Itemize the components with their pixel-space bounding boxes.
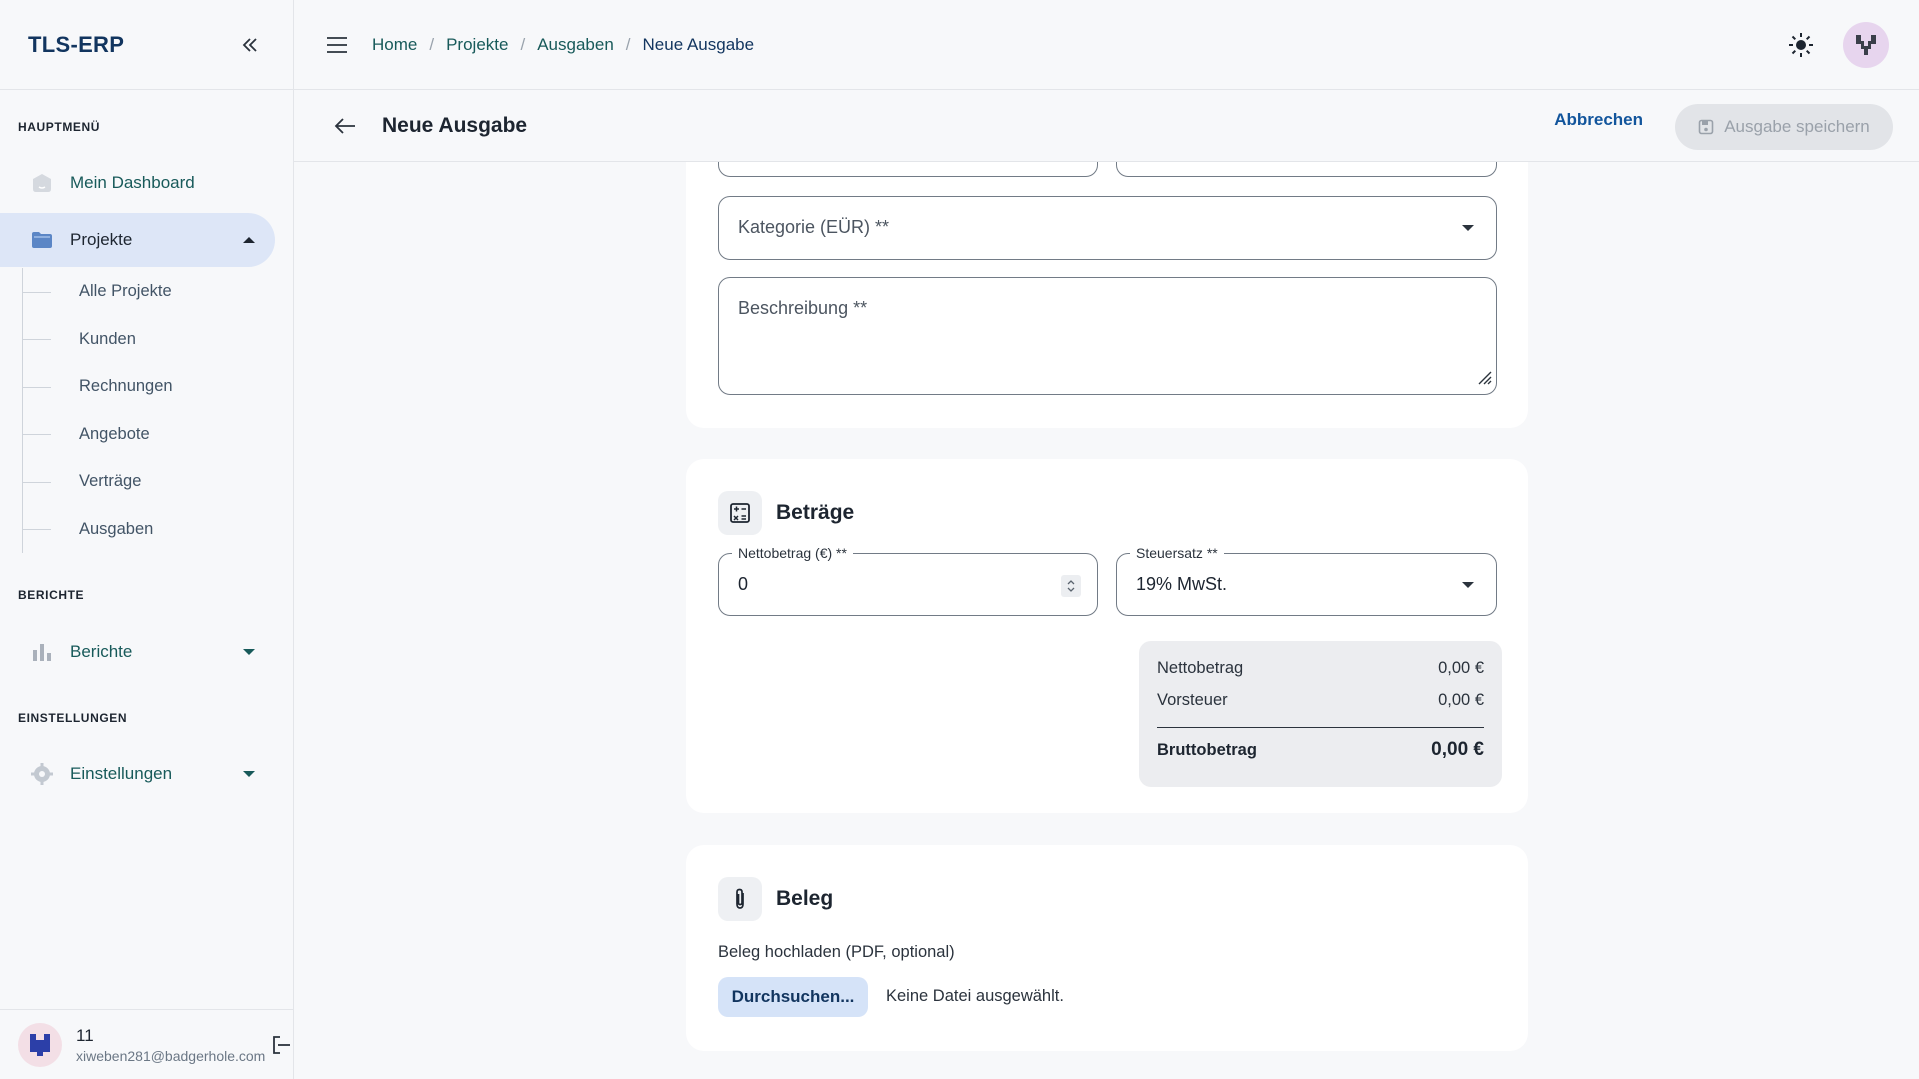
sidebar-item-label: Einstellungen	[70, 764, 173, 783]
top-bar: Home / Projekte / Ausgaben / Neue Ausgab…	[294, 0, 1919, 90]
receipt-title: Beleg	[776, 887, 834, 910]
general-card: Kategorie (EÜR) ** Beschreibung **	[686, 162, 1528, 428]
section-label-reports: BERICHTE	[18, 588, 85, 602]
collapse-sidebar-icon[interactable]	[235, 30, 265, 60]
partial-field-left[interactable]	[718, 162, 1098, 177]
sidebar-item-dashboard[interactable]: Mein Dashboard	[0, 156, 275, 210]
section-label-main: HAUPTMENÜ	[18, 120, 101, 134]
browse-file-button[interactable]: Durchsuchen...	[718, 977, 868, 1017]
user-box: 11 xiweben281@badgerhole.com	[0, 1009, 294, 1079]
subnav-item-invoices[interactable]: Rechnungen	[23, 363, 262, 411]
subnav-item-customers[interactable]: Kunden	[23, 316, 262, 364]
user-avatar[interactable]	[18, 1022, 62, 1067]
breadcrumb-projects[interactable]: Projekte	[446, 35, 508, 55]
breadcrumb-current: Neue Ausgabe	[642, 34, 755, 54]
dropdown-arrow-icon	[1462, 581, 1474, 588]
main-content: Kategorie (EÜR) ** Beschreibung ** Beträ…	[294, 162, 1919, 1079]
description-textarea[interactable]: Beschreibung **	[718, 277, 1497, 395]
user-email: xiweben281@badgerhole.com	[76, 1047, 266, 1064]
subnav-item-contracts[interactable]: Verträge	[23, 458, 262, 506]
page-title: Neue Ausgabe	[382, 113, 528, 137]
receipt-card: Beleg Beleg hochladen (PDF, optional) Du…	[686, 845, 1528, 1051]
projects-subnav: Alle Projekte Kunden Rechnungen Angebote…	[22, 268, 262, 553]
account-avatar[interactable]	[1843, 22, 1889, 68]
receipt-card-title: Beleg	[718, 877, 833, 921]
amount-summary: Nettobetrag 0,00 € Vorsteuer 0,00 € Brut…	[1139, 641, 1502, 787]
user-info: 11 xiweben281@badgerhole.com	[76, 1026, 265, 1064]
amounts-card: Beträge Nettobetrag (€) ** 0 Steuersatz …	[686, 459, 1528, 813]
tax-rate-select[interactable]: Steuersatz ** 19% MwSt.	[1116, 545, 1497, 616]
description-placeholder: Beschreibung **	[738, 298, 868, 318]
save-icon	[1698, 119, 1714, 135]
chevron-down-icon	[243, 771, 255, 777]
subnav-item-offers[interactable]: Angebote	[23, 411, 262, 459]
sidebar-item-label: Berichte	[70, 642, 133, 661]
arrow-back-icon[interactable]	[330, 111, 360, 141]
summary-divider	[1157, 727, 1484, 728]
dashboard-icon	[30, 171, 54, 195]
net-amount-label: Nettobetrag (€) **	[732, 545, 853, 561]
chevron-down-icon	[243, 649, 255, 655]
tax-rate-label: Steuersatz **	[1130, 545, 1224, 561]
summary-gross-value: 0,00 €	[1431, 739, 1484, 760]
page-header: Neue Ausgabe Abbrechen Ausgabe speichern	[294, 90, 1919, 162]
subnav-item-expenses[interactable]: Ausgaben	[23, 506, 262, 554]
sidebar-item-label: Mein Dashboard	[70, 173, 195, 192]
net-amount-value: 0	[738, 574, 749, 594]
save-expense-button[interactable]: Ausgabe speichern	[1675, 104, 1893, 150]
save-button-label: Ausgabe speichern	[1724, 117, 1870, 136]
chevron-up-icon	[243, 237, 255, 243]
top-right-actions	[1783, 22, 1889, 68]
sidebar-item-reports[interactable]: Berichte	[0, 625, 275, 679]
logout-icon[interactable]	[270, 1034, 292, 1056]
amounts-title: Beträge	[776, 501, 855, 524]
summary-net-label: Nettobetrag	[1157, 659, 1244, 677]
user-name: 11	[76, 1025, 94, 1045]
net-amount-input[interactable]: Nettobetrag (€) ** 0	[718, 545, 1098, 616]
subnav-item-all-projects[interactable]: Alle Projekte	[23, 268, 262, 316]
amounts-card-title: Beträge	[718, 491, 854, 535]
breadcrumb-separator: /	[520, 34, 526, 54]
calculator-icon	[718, 491, 762, 535]
bar-chart-icon	[30, 640, 54, 664]
gear-icon	[30, 762, 54, 786]
breadcrumb: Home / Projekte / Ausgaben / Neue Ausgab…	[372, 35, 754, 55]
breadcrumb-expenses[interactable]: Ausgaben	[537, 35, 614, 55]
category-select[interactable]: Kategorie (EÜR) **	[718, 196, 1497, 260]
partial-field-right[interactable]	[1116, 162, 1497, 177]
hamburger-menu-icon[interactable]	[322, 30, 352, 60]
section-label-settings: EINSTELLUNGEN	[18, 711, 128, 725]
folder-icon	[30, 228, 54, 252]
tax-rate-value: 19% MwSt.	[1136, 574, 1228, 594]
sidebar-item-projects[interactable]: Projekte	[0, 213, 275, 267]
dropdown-arrow-icon	[1462, 225, 1474, 231]
sidebar-item-label: Projekte	[70, 230, 133, 249]
file-status: Keine Datei ausgewählt.	[886, 987, 1064, 1005]
upload-label: Beleg hochladen (PDF, optional)	[718, 943, 955, 961]
summary-row-vat: Vorsteuer 0,00 €	[1157, 691, 1484, 710]
summary-net-value: 0,00 €	[1438, 659, 1484, 677]
breadcrumb-separator: /	[625, 34, 631, 54]
summary-row-gross: Bruttobetrag 0,00 €	[1157, 739, 1484, 761]
sun-icon[interactable]	[1783, 27, 1819, 63]
brand-row: TLS-ERP	[0, 0, 293, 90]
category-placeholder: Kategorie (EÜR) **	[738, 217, 890, 237]
summary-row-net: Nettobetrag 0,00 €	[1157, 659, 1484, 678]
number-stepper-icon[interactable]	[1061, 575, 1081, 597]
cancel-button[interactable]: Abbrechen	[1554, 110, 1643, 130]
breadcrumb-home[interactable]: Home	[372, 35, 417, 55]
summary-gross-label: Bruttobetrag	[1157, 741, 1257, 759]
paperclip-icon	[718, 877, 762, 921]
summary-vat-label: Vorsteuer	[1157, 691, 1228, 709]
summary-vat-value: 0,00 €	[1438, 691, 1484, 709]
resize-handle-icon[interactable]	[1474, 367, 1492, 390]
brand-logo[interactable]: TLS-ERP	[28, 32, 124, 58]
sidebar-item-settings[interactable]: Einstellungen	[0, 747, 275, 801]
sidebar: TLS-ERP HAUPTMENÜ Mein Dashboard Projekt…	[0, 0, 294, 1079]
breadcrumb-separator: /	[429, 34, 435, 54]
